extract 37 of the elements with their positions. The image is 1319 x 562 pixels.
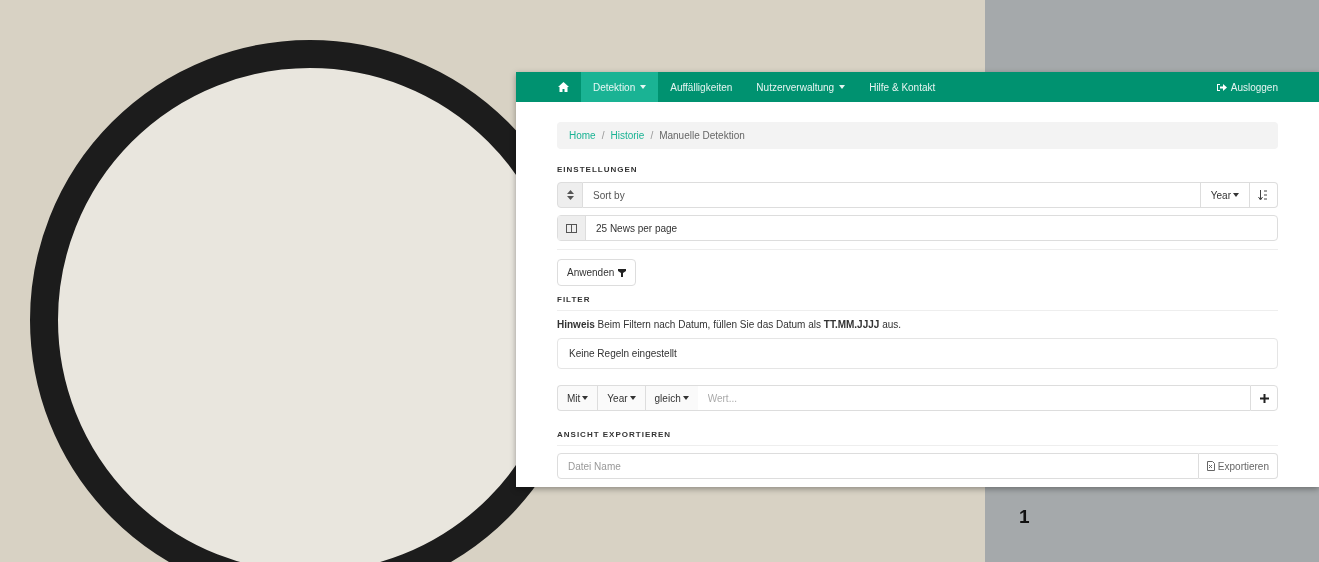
dropdown-button[interactable]: Mit [557,385,598,411]
dropdown-button[interactable]: gleich [644,385,698,411]
dropdown-button[interactable]: Year [597,385,645,411]
home-icon [558,82,569,92]
figure-number: 1 [1019,505,1030,529]
caret-icon [1233,193,1239,197]
add-rule-button[interactable] [1250,385,1278,411]
apply-button[interactable]: Anwenden [557,259,637,286]
sort-order-button[interactable] [1250,182,1278,208]
section-heading: ANSICHT EXPORTIEREN [557,429,673,441]
nav-tab[interactable]: Auffälligkeiten [658,72,745,102]
rules-panel: Keine Regeln eingestellt [557,338,1278,369]
caret-icon [682,396,689,400]
caret-icon [629,396,636,400]
filter-icon [618,268,627,277]
value-field[interactable]: Wert... [697,385,1250,411]
section-heading: FILTER [557,294,592,306]
export-button[interactable]: Exportieren [1198,453,1278,479]
breadcrumb-separator: / [650,129,654,143]
file-icon [1206,461,1215,471]
nav-tab[interactable]: Nutzerverwaltung [744,72,858,102]
plus-icon [1259,393,1269,403]
breadcrumb-current: Manuelle Detektion [659,129,745,143]
caret-icon [640,85,647,89]
sort-field[interactable]: Sort by [583,182,1200,208]
file-name-field[interactable]: Datei Name [557,453,1199,479]
section-heading: EINSTELLUNGEN [557,164,639,176]
logout-icon [1216,82,1227,92]
breadcrumb-separator: / [601,129,605,143]
hint-text: Hinweis Beim Filtern nach Datum, füllen Sie das Datum als TT.MM.JJJJ aus. [557,318,903,332]
sort-icon [557,182,583,208]
nav-tab[interactable]: Hilfe & Kontakt [857,72,948,102]
sort-field-dropdown[interactable]: Year [1199,182,1250,208]
logout-link[interactable]: Ausloggen [1216,72,1278,102]
caret-icon [582,396,589,400]
caret-icon [839,85,846,89]
sort-order-icon [1258,189,1269,201]
